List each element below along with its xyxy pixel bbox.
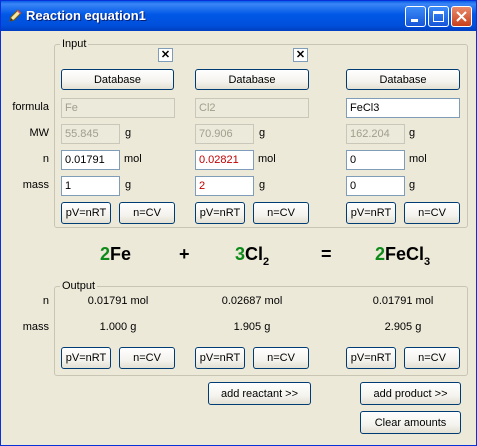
n-label: n <box>42 153 49 165</box>
formula-2: Cl <box>245 244 264 264</box>
mw-label: MW <box>29 127 49 139</box>
database-button-2[interactable]: Database <box>195 69 309 90</box>
mass-unit-2: g <box>259 179 266 191</box>
subscript-3: 3 <box>424 256 431 268</box>
mw-field-3: 162.204 <box>346 124 405 144</box>
mass-field-3[interactable]: 0 <box>346 176 405 196</box>
output-pv-nrt-button-3[interactable]: pV=nRT <box>346 347 396 369</box>
mw-unit-2: g <box>259 127 266 139</box>
output-n-cv-button-3[interactable]: n=CV <box>404 347 460 369</box>
client-area: Input ✕ ✕ Database Database Database for… <box>4 31 473 444</box>
formula-3: FeCl <box>385 244 425 264</box>
n-unit-1: mol <box>124 153 142 165</box>
close-window-button[interactable] <box>451 6 472 27</box>
output-n-cv-button-1[interactable]: n=CV <box>119 347 175 369</box>
n-cv-button-1[interactable]: n=CV <box>119 202 175 224</box>
close-icon: ✕ <box>295 49 306 61</box>
equation-term-1: 2Fe <box>100 244 131 265</box>
mw-unit-1: g <box>125 127 132 139</box>
coefficient-3: 2 <box>375 244 386 264</box>
n-unit-2: mol <box>258 153 276 165</box>
n-cv-button-3[interactable]: n=CV <box>404 202 460 224</box>
pv-nrt-button-3[interactable]: pV=nRT <box>346 202 396 224</box>
database-button-1[interactable]: Database <box>61 69 174 90</box>
database-button-3[interactable]: Database <box>346 69 460 90</box>
n-unit-3: mol <box>409 153 427 165</box>
pencil-icon <box>9 9 22 22</box>
remove-reactant-1-button[interactable]: ✕ <box>158 48 173 62</box>
add-product-button[interactable]: add product >> <box>360 382 461 405</box>
mw-field-2: 70.906 <box>195 124 254 144</box>
formula-field-2[interactable]: Cl2 <box>195 98 309 118</box>
pv-nrt-button-1[interactable]: pV=nRT <box>61 202 111 224</box>
formula-field-3[interactable]: FeCl3 <box>346 98 460 118</box>
mw-field-1: 55.845 <box>61 124 120 144</box>
output-n-1: 0.01791 mol <box>87 295 149 307</box>
equals-sign: = <box>321 244 332 264</box>
output-n-2: 0.02687 mol <box>221 295 283 307</box>
subscript-2: 2 <box>263 256 270 268</box>
mass-unit-1: g <box>125 179 132 191</box>
close-icon <box>456 11 467 22</box>
output-mass-3: 2.905 g <box>384 321 422 333</box>
coefficient-2: 3 <box>235 244 246 264</box>
mass-unit-3: g <box>409 179 416 191</box>
mass-field-1[interactable]: 1 <box>61 176 120 196</box>
maximize-button[interactable] <box>428 6 449 27</box>
minimize-icon <box>411 19 418 22</box>
mass-label: mass <box>22 179 49 191</box>
remove-reactant-2-button[interactable]: ✕ <box>293 48 308 62</box>
n-field-1[interactable]: 0.01791 <box>61 150 120 170</box>
equation-term-3: 2FeCl3 <box>375 244 431 268</box>
mass-field-2[interactable]: 2 <box>195 176 254 196</box>
output-pv-nrt-button-2[interactable]: pV=nRT <box>195 347 245 369</box>
coefficient-1: 2 <box>100 244 111 264</box>
output-n-cv-button-2[interactable]: n=CV <box>253 347 309 369</box>
output-mass-label: mass <box>22 321 49 333</box>
n-field-2[interactable]: 0.02821 <box>195 150 254 170</box>
plus-sign: + <box>179 244 190 264</box>
reaction-equation-window: Reaction equation1 Input ✕ ✕ Database Da… <box>0 0 477 446</box>
minimize-button[interactable] <box>405 6 426 27</box>
output-mass-1: 1.000 g <box>99 321 137 333</box>
mw-unit-3: g <box>409 127 416 139</box>
equation-term-2: 3Cl2 <box>235 244 270 268</box>
pv-nrt-button-2[interactable]: pV=nRT <box>195 202 245 224</box>
n-cv-button-2[interactable]: n=CV <box>253 202 309 224</box>
add-reactant-button[interactable]: add reactant >> <box>208 382 311 405</box>
output-n-3: 0.01791 mol <box>372 295 434 307</box>
formula-1: Fe <box>110 244 132 264</box>
output-pv-nrt-button-1[interactable]: pV=nRT <box>61 347 111 369</box>
formula-field-1[interactable]: Fe <box>61 98 175 118</box>
maximize-icon <box>433 11 444 22</box>
output-group-label: Output <box>62 280 96 292</box>
input-group-label: Input <box>62 38 87 50</box>
output-n-label: n <box>42 295 49 307</box>
close-icon: ✕ <box>160 49 171 61</box>
window-title: Reaction equation1 <box>26 8 146 23</box>
output-mass-2: 1.905 g <box>233 321 271 333</box>
clear-amounts-button[interactable]: Clear amounts <box>360 411 461 434</box>
formula-label: formula <box>12 101 49 113</box>
title-bar[interactable]: Reaction equation1 <box>1 1 476 31</box>
n-field-3[interactable]: 0 <box>346 150 405 170</box>
